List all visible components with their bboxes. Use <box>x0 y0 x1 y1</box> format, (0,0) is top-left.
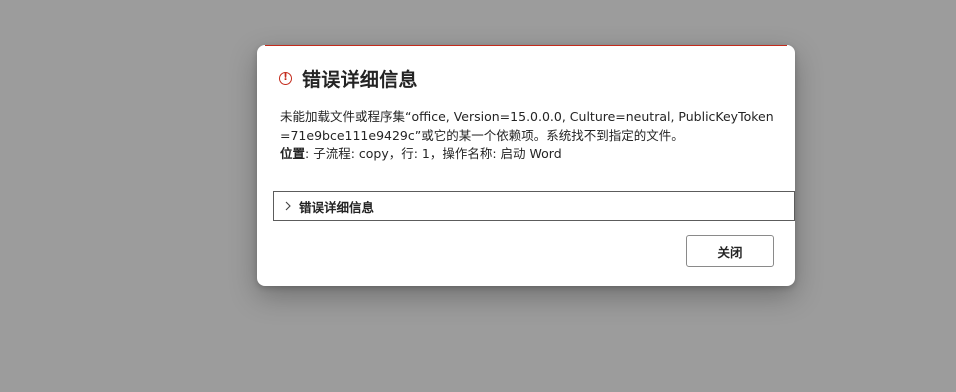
error-circle-icon: ! <box>279 71 292 85</box>
location-value: : 子流程: copy，行: 1，操作名称: 启动 Word <box>305 146 562 161</box>
error-location: 位置: 子流程: copy，行: 1，操作名称: 启动 Word <box>280 145 780 164</box>
error-message-block: 未能加载文件或程序集“office, Version=15.0.0.0, Cul… <box>280 108 780 164</box>
error-details-label: 错误详细信息 <box>299 199 375 215</box>
close-button[interactable]: 关闭 <box>686 235 774 267</box>
location-label: 位置 <box>280 146 306 161</box>
error-details-expander[interactable]: 错误详细信息 <box>273 191 795 221</box>
dialog-header: ! 错误详细信息 <box>279 65 418 91</box>
chevron-right-icon <box>283 201 293 211</box>
error-dialog: ! 错误详细信息 未能加载文件或程序集“office, Version=15.0… <box>257 45 795 286</box>
dialog-title: 错误详细信息 <box>302 68 418 91</box>
error-message: 未能加载文件或程序集“office, Version=15.0.0.0, Cul… <box>280 109 774 143</box>
